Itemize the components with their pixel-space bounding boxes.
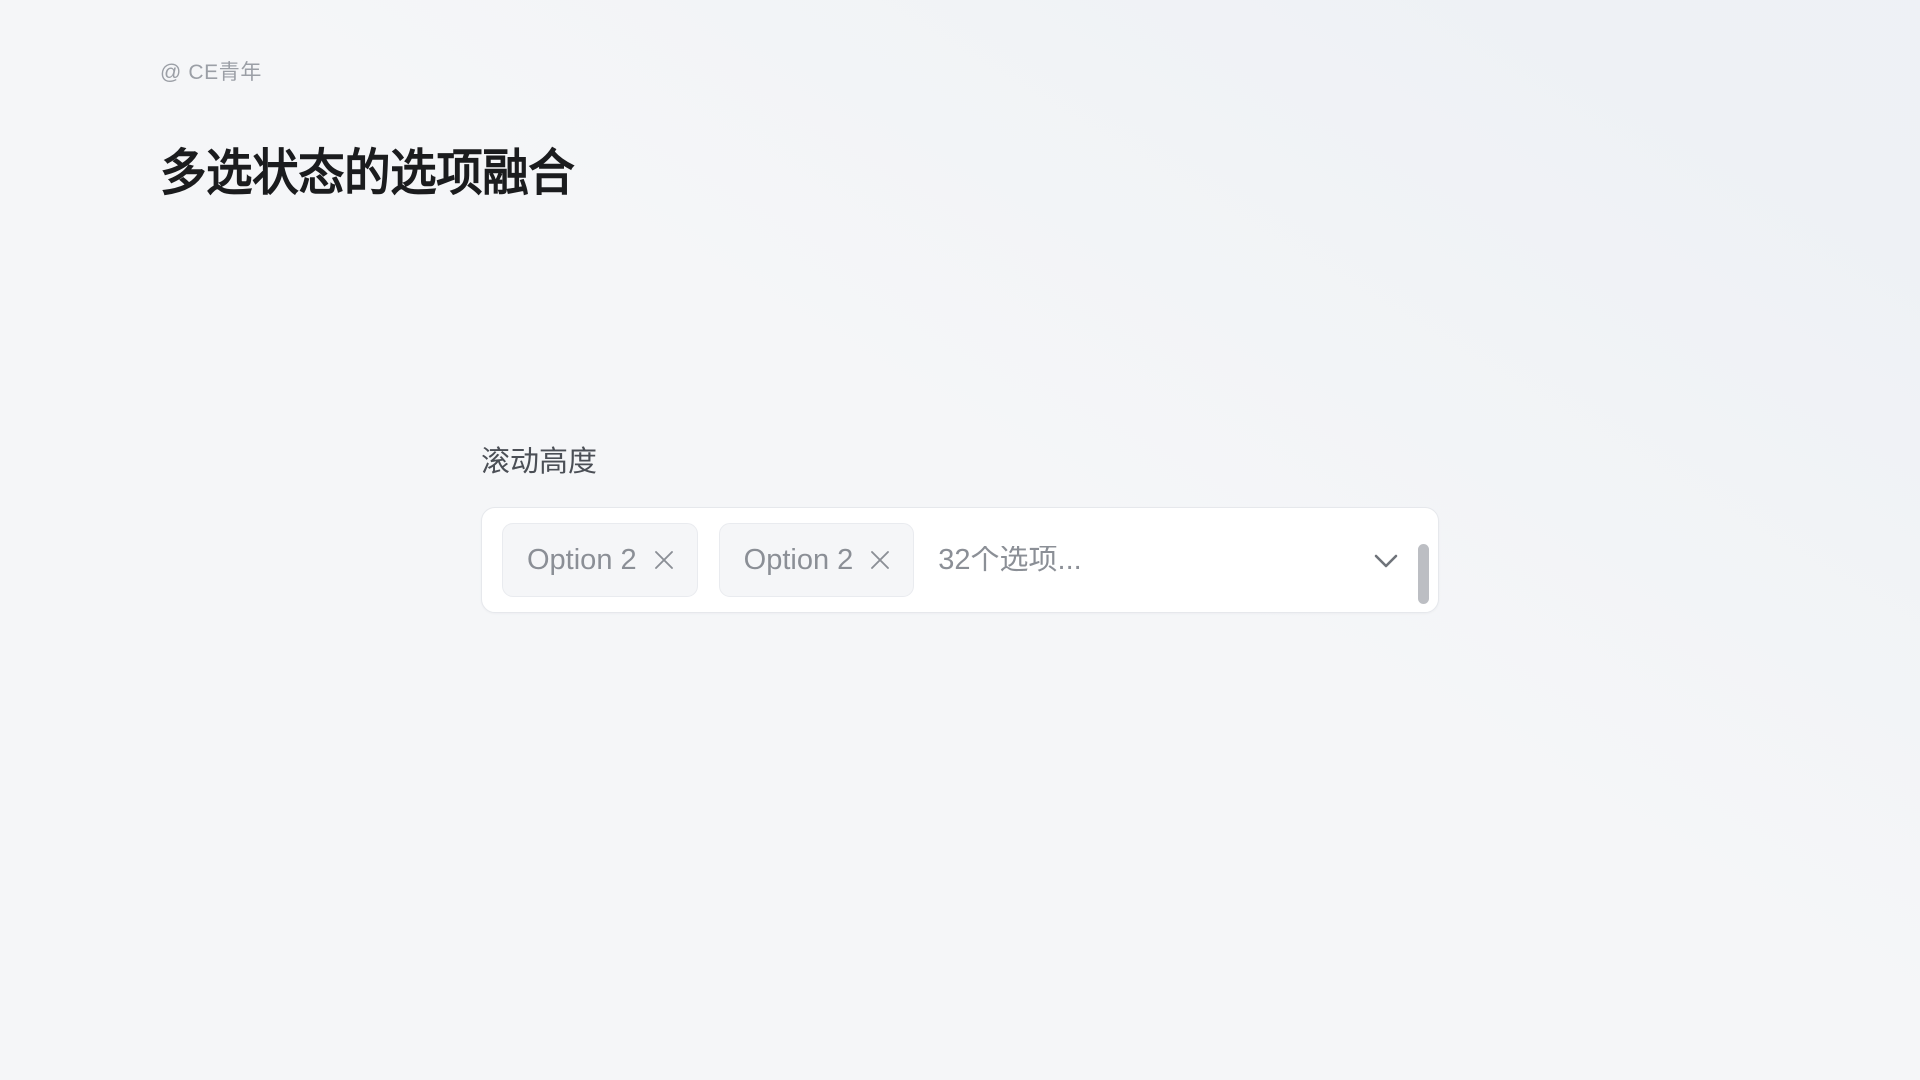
tag-label: Option 2	[527, 543, 637, 576]
field-label: 滚动高度	[481, 446, 598, 478]
scrollbar-thumb[interactable]	[1418, 544, 1429, 604]
page-root: @ CE青年 多选状态的选项融合 滚动高度 Option 2 Option 2	[0, 0, 1920, 1080]
chevron-down-icon[interactable]	[1366, 540, 1406, 580]
multi-select-field[interactable]: Option 2 Option 2 32个选项...	[481, 507, 1439, 613]
close-icon[interactable]	[651, 547, 677, 573]
selected-tag[interactable]: Option 2	[502, 523, 698, 597]
page-title: 多选状态的选项融合	[160, 143, 575, 202]
close-icon[interactable]	[867, 547, 893, 573]
vertical-scrollbar[interactable]	[1418, 520, 1429, 604]
demo-block: 滚动高度 Option 2 Option 2 32个选项...	[481, 448, 1441, 613]
tag-label: Option 2	[743, 543, 854, 576]
selected-tag[interactable]: Option 2	[718, 523, 915, 597]
author-watermark: @ CE青年	[160, 61, 262, 84]
overflow-count-text: 32个选项...	[938, 545, 1082, 575]
selected-tags-list: Option 2 Option 2	[502, 523, 915, 597]
